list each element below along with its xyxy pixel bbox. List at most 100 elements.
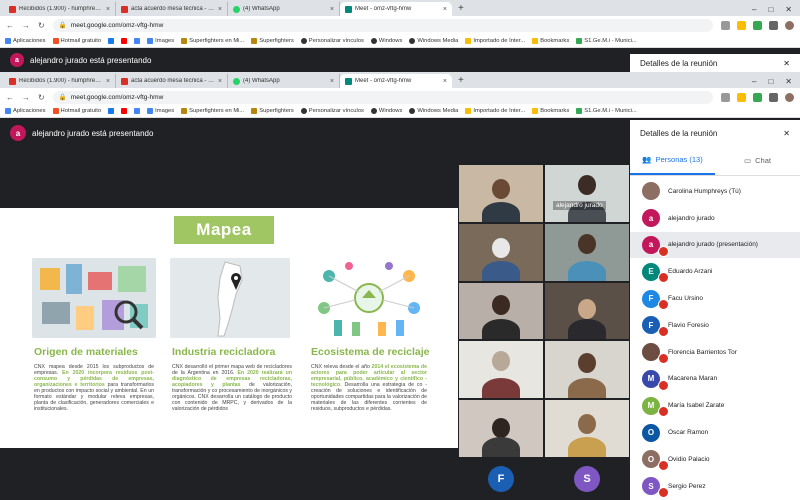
bookmark-bookmarks[interactable]: Bookmarks	[532, 107, 569, 114]
tab-meet[interactable]: Meet - omz-vftg-hmw ×	[340, 74, 452, 88]
tab-gmail[interactable]: Recibidos (1.900) - humphreyscaro×	[4, 74, 116, 88]
participant-row[interactable]: Carolina Humphreys (Tú)	[630, 178, 800, 205]
close-icon[interactable]: ×	[443, 78, 447, 85]
camera-icon[interactable]	[721, 92, 730, 102]
bookmark-windows[interactable]: Windows	[370, 107, 402, 114]
close-icon[interactable]: ×	[218, 78, 222, 85]
extension-icon[interactable]	[753, 20, 762, 30]
bookmark-personalizar[interactable]: Personalizar vínculos	[300, 107, 364, 114]
close-icon[interactable]: ×	[218, 6, 222, 13]
close-window-icon[interactable]: ✕	[785, 77, 792, 86]
bookmark-images[interactable]: Images	[147, 107, 174, 114]
bookmark-youtube[interactable]	[121, 107, 128, 114]
bookmark-personalizar[interactable]: Personalizar vínculos	[300, 37, 364, 44]
new-tab-button[interactable]: +	[452, 2, 470, 16]
profile-avatar[interactable]	[785, 92, 794, 102]
video-tile[interactable]	[544, 222, 630, 282]
new-tab-button[interactable]: +	[452, 74, 470, 88]
bookmark-superfighters-mi[interactable]: Superfighters en Mi...	[181, 37, 244, 44]
close-icon[interactable]: ×	[330, 78, 334, 85]
avatar[interactable]: F	[488, 466, 514, 492]
star-icon[interactable]	[737, 92, 746, 102]
video-tile[interactable]	[544, 281, 630, 341]
video-tile[interactable]	[458, 340, 544, 400]
address-bar[interactable]: 🔒 meet.google.com/omz-vftg-hmw	[52, 18, 713, 32]
minimize-icon[interactable]: –	[752, 77, 756, 86]
participant-row[interactable]: M María Isabel Zarate	[630, 392, 800, 419]
forward-arrow-icon[interactable]: →	[22, 21, 30, 30]
tab-acta-back[interactable]: acta acuerdo mesa técnica - chu ×	[116, 2, 228, 16]
close-icon[interactable]: ✕	[783, 59, 790, 68]
reload-icon[interactable]: ↻	[38, 21, 45, 30]
tab-gmail-back[interactable]: Recibidos (1.900) - humphreyscaro×	[4, 2, 116, 16]
participant-body	[482, 436, 520, 457]
youtube-icon	[121, 107, 128, 114]
participant-row[interactable]: a alejandro jurado	[630, 205, 800, 232]
reload-icon[interactable]: ↻	[38, 93, 45, 102]
video-tile[interactable]	[458, 281, 544, 341]
close-icon[interactable]: ✕	[783, 129, 790, 138]
address-bar[interactable]: 🔒 meet.google.com/omz-vftg-hmw	[52, 90, 713, 104]
bookmark-windows-media[interactable]: Windows Media	[409, 37, 458, 44]
bookmark-superfighters-mi[interactable]: Superfighters en Mi...	[181, 107, 244, 114]
bookmark-images[interactable]: Images	[147, 37, 174, 44]
bookmark-google[interactable]	[134, 37, 141, 44]
close-icon[interactable]: ×	[330, 6, 334, 13]
tab-people[interactable]: 👥 Personas (13)	[630, 146, 715, 175]
star-icon[interactable]	[737, 20, 746, 30]
extension-icon[interactable]	[753, 92, 762, 102]
close-icon[interactable]: ×	[106, 6, 110, 13]
tab-whatsapp[interactable]: (4) WhatsApp ×	[228, 74, 340, 88]
forward-arrow-icon[interactable]: →	[22, 93, 30, 102]
video-tile[interactable]	[458, 399, 544, 458]
video-tile[interactable]	[544, 399, 630, 458]
tab-whatsapp-back[interactable]: (4) WhatsApp ×	[228, 2, 340, 16]
profile-avatar[interactable]	[785, 20, 794, 30]
participant-row[interactable]: a alejandro jurado (presentación)	[630, 231, 800, 259]
participant-row[interactable]: S Sergio Perez	[630, 473, 800, 500]
bookmark-sigemi[interactable]: S1.Ge.M.i - Munici...	[576, 37, 637, 44]
bookmark-windows-media[interactable]: Windows Media	[409, 107, 458, 114]
bookmark-apps[interactable]: Aplicaciones	[5, 37, 46, 44]
bookmark-apps[interactable]: Aplicaciones	[5, 107, 46, 114]
close-window-icon[interactable]: ✕	[785, 5, 792, 14]
maximize-icon[interactable]: □	[768, 77, 773, 86]
maximize-icon[interactable]: □	[768, 5, 773, 14]
video-tile-alejandro[interactable]: alejandro jurado	[544, 164, 630, 223]
participant-row[interactable]: E Eduardo Arzani	[630, 258, 800, 285]
tab-chat[interactable]: ▭ Chat	[715, 146, 800, 175]
bookmark-windows[interactable]: Windows	[370, 37, 402, 44]
participant-row[interactable]: M Macarena Maran	[630, 366, 800, 393]
video-tile[interactable]	[458, 164, 544, 223]
video-tile[interactable]	[544, 340, 630, 400]
puzzle-icon[interactable]	[769, 20, 778, 30]
bookmark-facebook[interactable]	[108, 37, 115, 44]
close-icon[interactable]: ×	[106, 78, 110, 85]
back-arrow-icon[interactable]: ←	[6, 93, 14, 102]
participant-row[interactable]: F Facu Ursino	[630, 285, 800, 312]
bookmark-youtube[interactable]	[121, 37, 128, 44]
tab-acta[interactable]: acta acuerdo mesa técnica - chu ×	[116, 74, 228, 88]
bookmark-superfighters[interactable]: Superfighters	[251, 37, 294, 44]
bookmark-sigemi[interactable]: S1.Ge.M.i - Munici...	[576, 107, 637, 114]
bookmark-google[interactable]	[134, 107, 141, 114]
bookmark-facebook[interactable]	[108, 107, 115, 114]
participant-row[interactable]: Florencia Barrientos Tor	[630, 339, 800, 366]
bookmark-bookmarks[interactable]: Bookmarks	[532, 37, 569, 44]
back-arrow-icon[interactable]: ←	[6, 21, 14, 30]
participant-row[interactable]: O Ovidio Palacio	[630, 446, 800, 473]
close-icon[interactable]: ×	[443, 6, 447, 13]
bookmark-superfighters[interactable]: Superfighters	[251, 107, 294, 114]
bookmark-hotmail[interactable]: Hotmail gratuito	[52, 37, 101, 44]
puzzle-icon[interactable]	[769, 92, 778, 102]
minimize-icon[interactable]: –	[752, 5, 756, 14]
bookmark-importado[interactable]: Importado de Inter...	[465, 107, 525, 114]
video-tile[interactable]	[458, 222, 544, 282]
participant-row[interactable]: O Oscar Ramon	[630, 419, 800, 446]
camera-icon[interactable]	[721, 20, 730, 30]
bookmark-hotmail[interactable]: Hotmail gratuito	[52, 107, 101, 114]
avatar[interactable]: S	[574, 466, 600, 492]
participant-row[interactable]: F Flavio Foresio	[630, 312, 800, 339]
bookmark-importado[interactable]: Importado de Inter...	[465, 37, 525, 44]
tab-meet-back[interactable]: Meet - omz-vftg-hmw ×	[340, 2, 452, 16]
